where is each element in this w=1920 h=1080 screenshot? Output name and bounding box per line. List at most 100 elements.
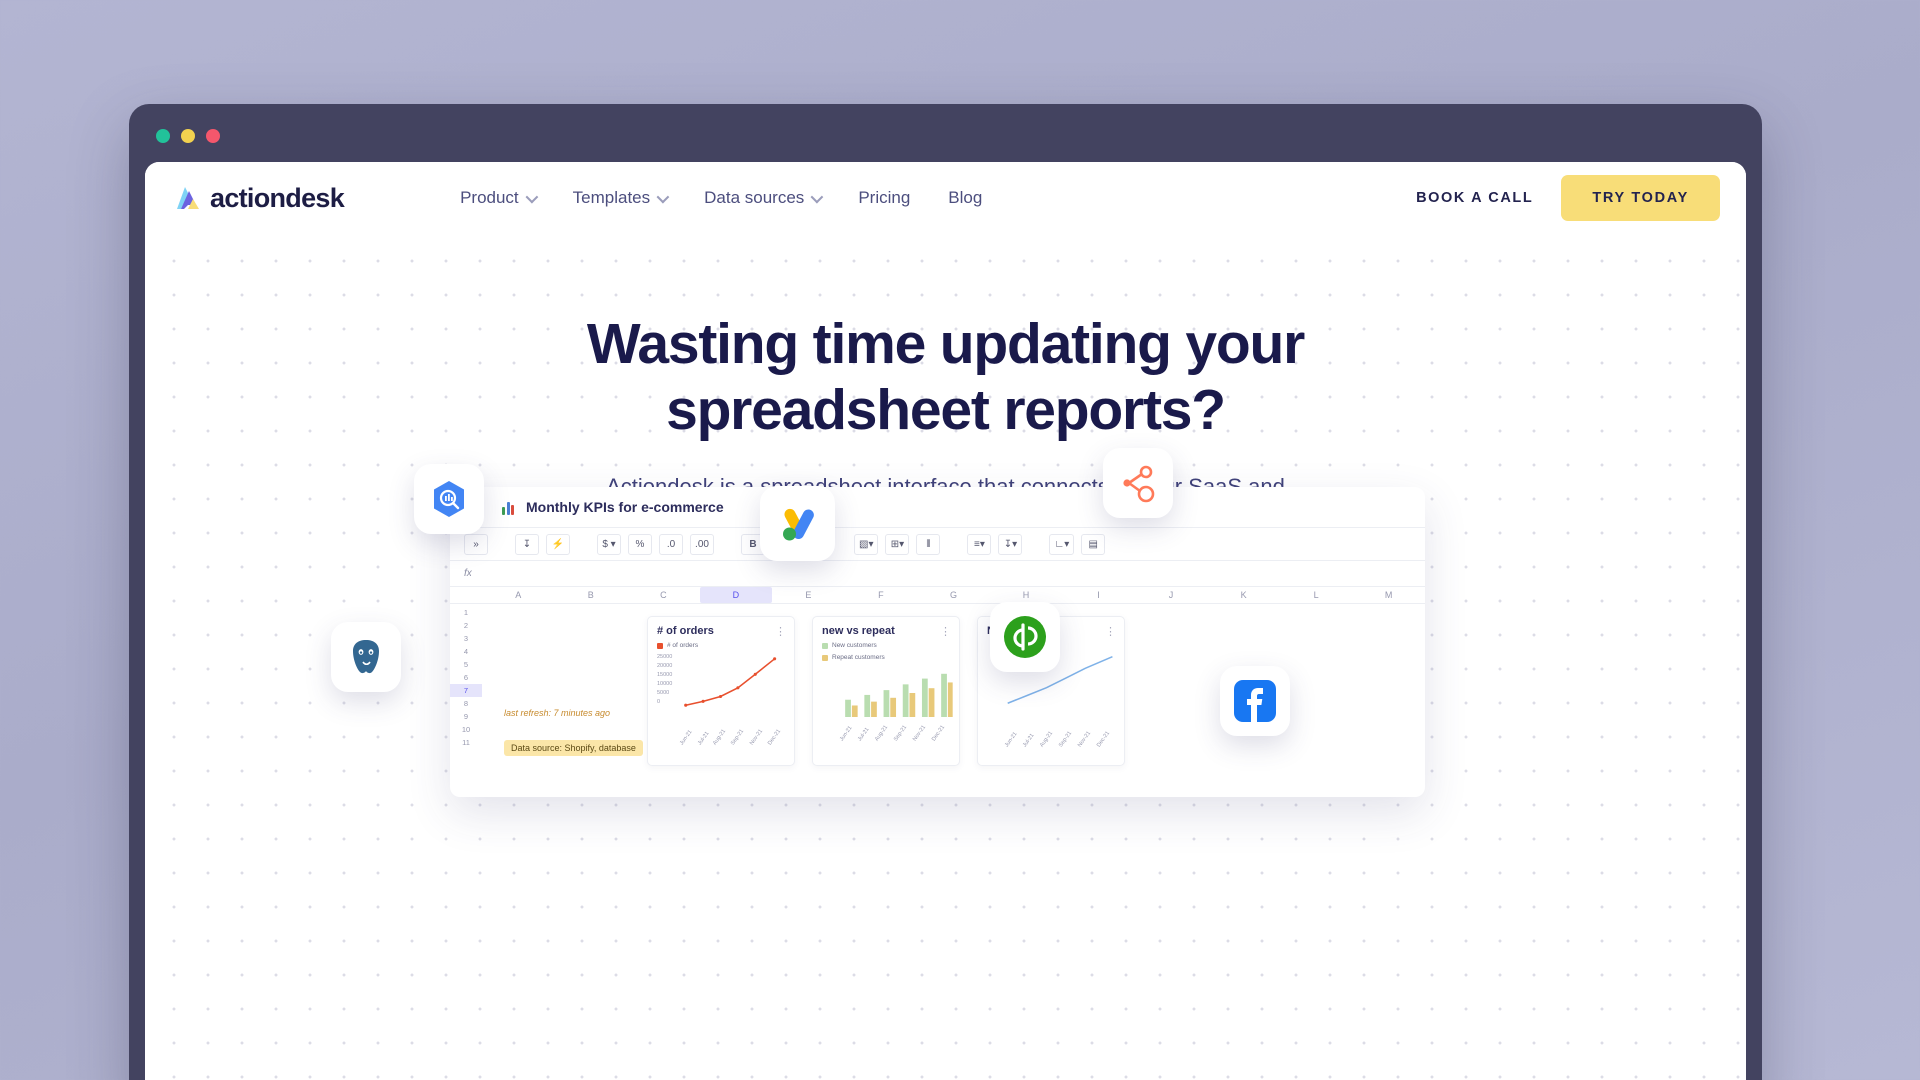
bigquery-icon	[434, 481, 464, 517]
row-header[interactable]: 8	[450, 697, 482, 710]
chart-widget-orders[interactable]: # of orders ⋮ # of orders 25000 20000 15…	[647, 616, 795, 766]
currency-format-icon[interactable]: $ ▾	[597, 533, 621, 555]
row-header[interactable]: 11	[450, 736, 482, 749]
google-ads-icon	[782, 508, 814, 540]
nav-item-blog[interactable]: Blog	[948, 188, 982, 208]
column-headers: A B C D E F G H I J K L M	[450, 587, 1425, 604]
chart-widget-new-vs-repeat[interactable]: new vs repeat ⋮ New customers Repeat cus…	[812, 616, 960, 766]
column-header-h[interactable]: H	[990, 587, 1063, 603]
column-header-b[interactable]: B	[555, 587, 628, 603]
y-tick: 15000	[657, 672, 673, 678]
legend-label: New customers	[832, 642, 877, 649]
x-tick: Sep-21	[730, 728, 746, 747]
column-header-a[interactable]: A	[482, 587, 555, 603]
traffic-light-green-dot[interactable]	[156, 129, 170, 143]
increase-decimal-icon[interactable]: .00	[690, 533, 714, 555]
column-header-g[interactable]: G	[917, 587, 990, 603]
try-today-header-button[interactable]: TRY TODAY	[1561, 175, 1720, 221]
x-tick: Nov-21	[912, 724, 928, 743]
row-header[interactable]: 3	[450, 632, 482, 645]
column-header-e[interactable]: E	[772, 587, 845, 603]
site-header: actiondesk Product Templates Data source…	[145, 162, 1746, 234]
formula-bar[interactable]: fx	[450, 561, 1425, 587]
integration-badge-hubspot[interactable]	[1103, 448, 1173, 518]
merge-cells-icon[interactable]: ⫴	[916, 533, 941, 555]
browser-viewport: actiondesk Product Templates Data source…	[145, 162, 1746, 1080]
chart-title: # of orders	[657, 625, 714, 637]
quickbooks-icon	[1004, 616, 1046, 658]
widget-menu-icon[interactable]: ⋮	[775, 625, 786, 638]
x-tick: Nov-21	[1077, 730, 1093, 749]
integration-badge-postgresql[interactable]	[331, 622, 401, 692]
row-header[interactable]: 5	[450, 658, 482, 671]
column-header-l[interactable]: L	[1280, 587, 1353, 603]
text-wrap-icon[interactable]: ∟▾	[1049, 533, 1075, 555]
x-tick: Jul-21	[857, 726, 871, 743]
nav-label: Data sources	[704, 188, 805, 207]
x-tick: Aug-21	[873, 724, 889, 743]
logo-text: actiondesk	[210, 182, 345, 213]
last-refresh-note: last refresh: 7 minutes ago	[504, 708, 611, 718]
y-tick: 5000	[657, 690, 670, 696]
download-icon[interactable]: ↧	[515, 533, 539, 555]
traffic-light-red-dot[interactable]	[206, 129, 220, 143]
widget-menu-icon[interactable]: ⋮	[1105, 625, 1116, 638]
traffic-light-yellow-dot[interactable]	[181, 129, 195, 143]
row-headers: 1 2 3 4 5 6 7 8 9 10 11	[450, 604, 482, 767]
collapse-icon[interactable]: »	[464, 533, 488, 555]
bolt-icon[interactable]: ⚡	[546, 533, 570, 555]
chart-legend: # of orders	[657, 642, 785, 649]
document-title: Monthly KPIs for e-commerce	[526, 499, 724, 515]
column-header-k[interactable]: K	[1207, 587, 1280, 603]
y-axis-ticks: 25000 20000 15000 10000 5000 0	[657, 653, 672, 707]
column-header-c[interactable]: C	[627, 587, 700, 603]
data-source-pill: Data source: Shopify, database	[504, 740, 643, 756]
row-header[interactable]: 10	[450, 723, 482, 736]
integration-badge-google-ads[interactable]	[760, 486, 835, 561]
column-header-m[interactable]: M	[1352, 587, 1425, 603]
x-tick: Dec-21	[766, 728, 783, 747]
column-header-d[interactable]: D	[699, 587, 773, 603]
nav-item-data-sources[interactable]: Data sources	[704, 188, 824, 208]
x-axis-ticks: Jun-21 Jul-21 Aug-21 Sep-21 Nov-21 Dec-2…	[1003, 730, 1115, 751]
align-horizontal-icon[interactable]: ≡▾	[967, 533, 992, 555]
x-tick: Sep-21	[892, 724, 909, 743]
row-header[interactable]: 7	[450, 684, 482, 697]
nav-label: Pricing	[858, 188, 911, 207]
hero-heading: Wasting time updating your spreadsheet r…	[586, 312, 1305, 442]
x-tick: Dec-21	[931, 724, 947, 743]
chart-title: new vs repeat	[822, 625, 895, 637]
decrease-decimal-icon[interactable]: .0	[659, 533, 683, 555]
align-vertical-icon[interactable]: ↧▾	[998, 533, 1023, 555]
integration-badge-facebook[interactable]	[1220, 666, 1290, 736]
book-a-call-link[interactable]: BOOK A CALL	[1416, 190, 1533, 206]
legend-swatch	[822, 654, 828, 661]
column-header-f[interactable]: F	[845, 587, 918, 603]
x-axis-ticks: Jun-21 Jul-21 Aug-21 Sep-21 Nov-21 Dec-2…	[679, 728, 785, 749]
y-tick: 20000	[657, 663, 673, 669]
row-header[interactable]: 1	[450, 606, 482, 619]
chevron-down-icon	[810, 190, 824, 203]
nav-label: Product	[460, 188, 519, 207]
insert-chart-icon[interactable]: ▤	[1081, 533, 1106, 555]
row-header[interactable]: 4	[450, 645, 482, 658]
nav-item-templates[interactable]: Templates	[573, 188, 670, 208]
integration-badge-quickbooks[interactable]	[990, 602, 1060, 672]
percent-format-icon[interactable]: %	[628, 533, 652, 555]
nav-item-product[interactable]: Product	[460, 188, 538, 208]
column-header-j[interactable]: J	[1135, 587, 1208, 603]
logo[interactable]: actiondesk	[175, 182, 345, 214]
legend-swatch	[822, 642, 828, 649]
chart-icon	[502, 500, 516, 515]
row-header[interactable]: 2	[450, 619, 482, 632]
legend-swatch	[657, 642, 663, 649]
spreadsheet-title-bar: Monthly KPIs for e-commerce	[450, 487, 1425, 527]
column-header-i[interactable]: I	[1062, 587, 1135, 603]
nav-item-pricing[interactable]: Pricing	[858, 188, 910, 208]
row-header[interactable]: 9	[450, 710, 482, 723]
borders-icon[interactable]: ⊞▾	[885, 533, 910, 555]
fill-color-icon[interactable]: ▧▾	[854, 533, 879, 555]
widget-menu-icon[interactable]: ⋮	[940, 625, 951, 638]
row-header[interactable]: 6	[450, 671, 482, 684]
integration-badge-bigquery[interactable]	[414, 464, 484, 534]
